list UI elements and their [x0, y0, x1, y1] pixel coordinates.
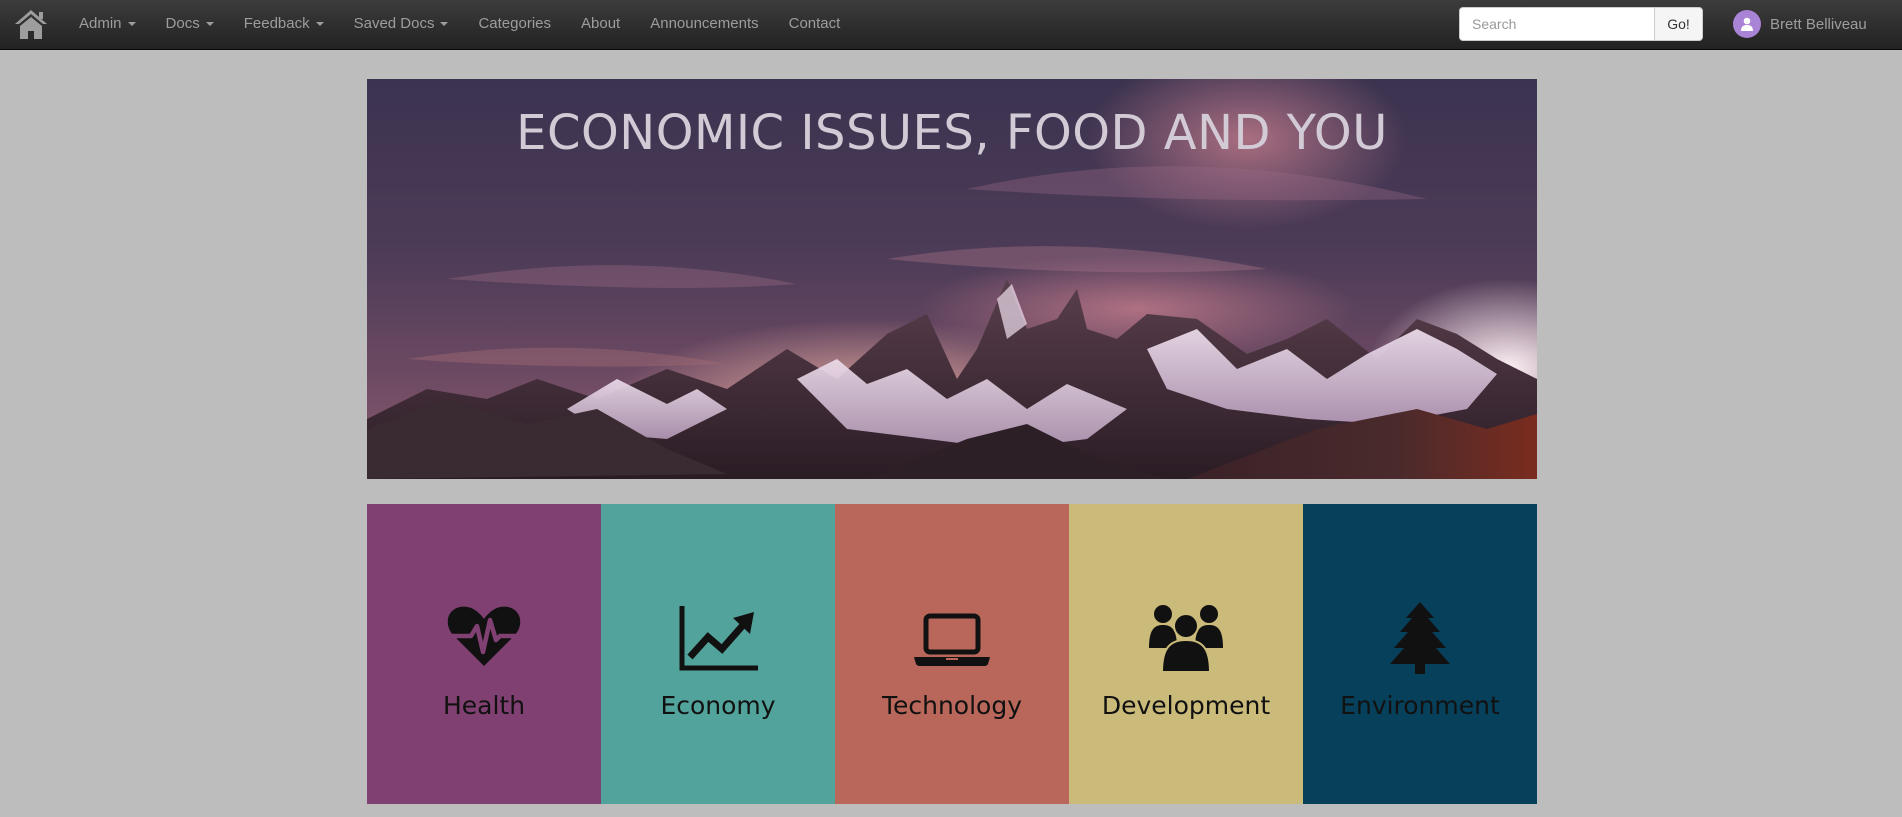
caret-down-icon [127, 22, 136, 27]
category-label: Health [442, 691, 526, 720]
nav-docs[interactable]: Docs [151, 0, 229, 50]
hero-banner: ECONOMIC ISSUES, FOOD AND YOU [367, 79, 1537, 479]
nav-admin[interactable]: Admin [64, 0, 151, 50]
category-label: Economy [660, 691, 776, 720]
heartbeat-icon [444, 602, 524, 674]
home-icon[interactable] [14, 8, 48, 40]
category-tile-development[interactable]: Development [1069, 504, 1303, 804]
nav-contact[interactable]: Contact [774, 0, 856, 50]
nav-menu: Admin Docs Feedback Saved Docs Categorie… [64, 0, 855, 50]
category-label: Development [1101, 691, 1271, 720]
user-avatar-icon [1733, 10, 1761, 38]
category-tile-technology[interactable]: Technology [835, 504, 1069, 804]
tree-icon [1380, 602, 1460, 674]
top-navbar: Admin Docs Feedback Saved Docs Categorie… [0, 0, 1902, 50]
user-name: Brett Belliveau [1770, 15, 1867, 33]
line-chart-icon [678, 602, 758, 674]
category-tile-economy[interactable]: Economy [601, 504, 835, 804]
nav-feedback[interactable]: Feedback [229, 0, 339, 50]
category-tile-environment[interactable]: Environment [1303, 504, 1537, 804]
category-label: Environment [1340, 691, 1500, 720]
search-input[interactable] [1459, 7, 1654, 41]
user-menu[interactable]: Brett Belliveau [1733, 10, 1867, 38]
search-go-button[interactable]: Go! [1654, 7, 1703, 41]
caret-down-icon [440, 22, 449, 27]
caret-down-icon [205, 22, 214, 27]
nav-saved-docs[interactable]: Saved Docs [339, 0, 464, 50]
search-form: Go! [1459, 7, 1703, 41]
nav-categories[interactable]: Categories [463, 0, 566, 50]
category-label: Technology [881, 691, 1023, 720]
nav-admin-label: Admin [79, 15, 122, 32]
nav-feedback-label: Feedback [243, 15, 310, 32]
category-tiles: Health Economy Technology Development En… [367, 504, 1537, 804]
caret-down-icon [315, 22, 324, 27]
laptop-icon [912, 602, 992, 674]
nav-saved-docs-label: Saved Docs [353, 15, 435, 32]
nav-about[interactable]: About [566, 0, 635, 50]
category-tile-health[interactable]: Health [367, 504, 601, 804]
hero-title: ECONOMIC ISSUES, FOOD AND YOU [516, 105, 1388, 161]
nav-announcements[interactable]: Announcements [635, 0, 773, 50]
users-icon [1146, 602, 1226, 674]
nav-docs-label: Docs [165, 15, 200, 32]
